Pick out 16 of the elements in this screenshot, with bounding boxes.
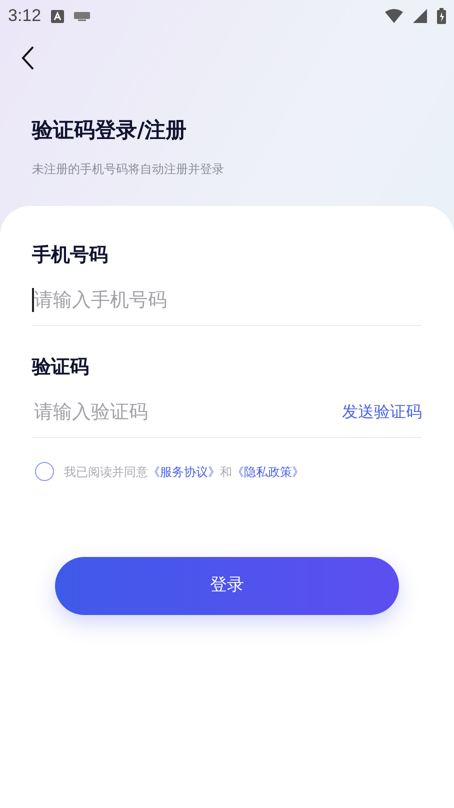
wifi-icon bbox=[385, 9, 403, 23]
agreement-link[interactable]: 《隐私政策》 bbox=[232, 464, 304, 478]
agree-checkbox[interactable] bbox=[35, 462, 54, 481]
status-time: 3:12 bbox=[8, 5, 42, 28]
page-subtitle: 未注册的手机号码将自动注册并登录 bbox=[32, 161, 225, 178]
page-title: 验证码登录/注册 bbox=[32, 117, 188, 144]
input-field[interactable]: 请输入手机号码 bbox=[32, 288, 422, 312]
field-label: 手机号码 bbox=[32, 243, 109, 268]
signal-icon bbox=[413, 9, 427, 23]
agreement-text: 我已阅读并同意《服务协议》和《隐私政策》 bbox=[64, 464, 304, 480]
field-label: 验证码 bbox=[32, 355, 90, 380]
send-code-button[interactable]: 发送验证码 bbox=[342, 400, 422, 424]
input-field[interactable]: 请输入验证码 bbox=[32, 400, 342, 424]
battery-icon bbox=[437, 8, 446, 24]
agreement-link[interactable]: 《服务协议》 bbox=[148, 464, 220, 478]
login-button[interactable]: 登录 bbox=[55, 557, 399, 615]
